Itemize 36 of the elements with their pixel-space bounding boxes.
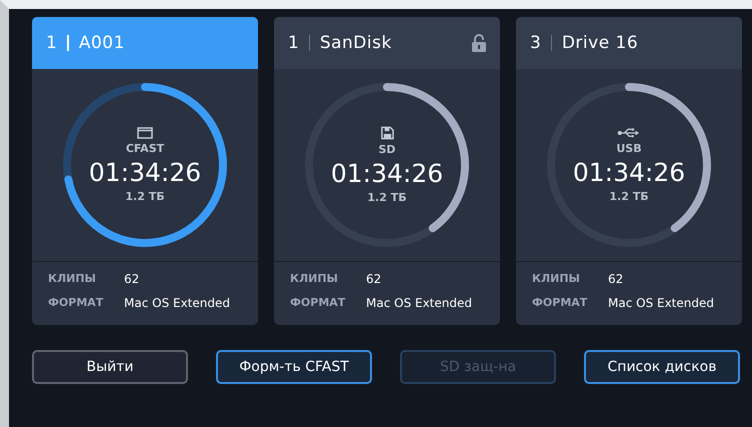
capacity: 1.2 ТБ (367, 191, 407, 204)
card-icon (137, 127, 153, 139)
drive-card[interactable]: 1 SanDisk SD 01:34:26 1.2 ТБ КЛИПЫ 62 ФОРМАТ Mac OS Extended (274, 17, 500, 325)
action-button[interactable]: Список дисков (584, 350, 740, 384)
slot-number: 1 (46, 33, 57, 53)
drive-card[interactable]: 1 A001 CFAST 01:34:26 1.2 ТБ КЛИПЫ 62 ФОРМАТ Mac OS Extended (32, 17, 258, 325)
clips-count: 62 (608, 272, 624, 286)
format-label: ФОРМАТ (532, 296, 588, 310)
media-type: USB (616, 142, 642, 155)
clips-label: КЛИПЫ (532, 272, 581, 286)
slot-number: 1 (288, 33, 299, 53)
clips-count: 62 (366, 272, 382, 286)
format-value: Mac OS Extended (608, 296, 714, 310)
media-type: SD (378, 143, 396, 156)
action-button[interactable]: Форм-ть CFAST (216, 350, 372, 384)
clips-label: КЛИПЫ (290, 272, 339, 286)
action-button[interactable]: Выйти (32, 350, 188, 384)
remaining-time: 01:34:26 (88, 158, 202, 187)
capacity: 1.2 ТБ (609, 190, 649, 203)
drive-name: A001 (78, 33, 126, 53)
remaining-time: 01:34:26 (572, 158, 686, 187)
format-label: ФОРМАТ (290, 296, 346, 310)
drive-name: SanDisk (320, 33, 393, 53)
drive-card[interactable]: 3 Drive 16 USB 01:34:26 1.2 ТБ КЛИПЫ 62 ФОРМАТ Mac OS Extended (516, 17, 742, 325)
format-value: Mac OS Extended (124, 296, 230, 310)
drive-name: Drive 16 (562, 33, 640, 53)
clips-count: 62 (124, 272, 140, 286)
clips-label: КЛИПЫ (48, 272, 97, 286)
media-type: CFAST (126, 142, 164, 155)
usb-icon (617, 127, 641, 139)
remaining-time: 01:34:26 (330, 159, 444, 188)
format-value: Mac OS Extended (366, 296, 472, 310)
slot-number: 3 (530, 33, 541, 53)
format-label: ФОРМАТ (48, 296, 104, 310)
capacity: 1.2 ТБ (125, 190, 165, 203)
sd-card-icon (380, 126, 394, 140)
